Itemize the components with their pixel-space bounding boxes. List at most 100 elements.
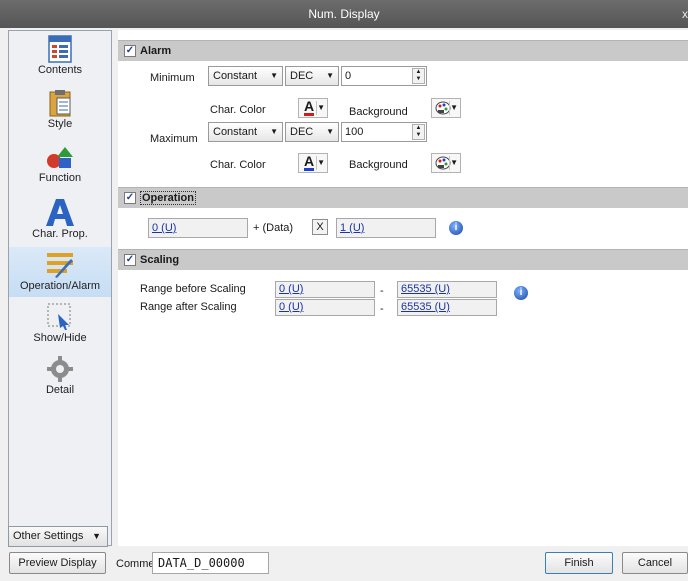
close-icon[interactable]: x [674, 0, 688, 28]
comment-label: Comme [116, 558, 155, 570]
maximum-char-color-button[interactable]: A ▼ [298, 153, 328, 173]
minimum-value: 0 [345, 70, 352, 82]
scaling-checkbox[interactable]: ✓ [124, 254, 136, 266]
sidebar: Contents Style Function Char. Prop. Oper… [8, 30, 112, 546]
maximum-source-select[interactable]: Constant ▼ [208, 122, 283, 142]
range-before-label: Range before Scaling [140, 283, 246, 295]
operation-offset-field[interactable]: 0 (U) [148, 218, 248, 238]
show-hide-icon [47, 303, 71, 330]
spin-buttons[interactable]: ▲ ▼ [412, 68, 425, 84]
minimum-char-color-label: Char. Color [210, 104, 266, 116]
spin-buttons[interactable]: ▲ ▼ [412, 124, 425, 140]
font-color-icon: A [304, 153, 315, 171]
comment-input[interactable]: DATA_D_00000 [152, 552, 269, 574]
info-icon[interactable]: i [449, 221, 463, 235]
chevron-down-icon: ▼ [270, 127, 278, 136]
minimum-char-color-button[interactable]: A ▼ [298, 98, 328, 118]
scaling-section-header: ✓ Scaling [118, 249, 688, 270]
char-prop-icon [46, 199, 74, 226]
range-before-max-value: 65535 (U) [401, 283, 450, 295]
maximum-char-color-label: Char. Color [210, 159, 266, 171]
range-after-min-field[interactable]: 0 (U) [275, 299, 375, 316]
range-before-max-field[interactable]: 65535 (U) [397, 281, 497, 298]
sidebar-item-show-hide[interactable]: Show/Hide [9, 301, 111, 351]
chevron-down-icon: ▼ [326, 127, 334, 136]
chevron-down-icon: ▼ [317, 103, 325, 112]
range-after-max-value: 65535 (U) [401, 301, 450, 313]
sidebar-item-detail[interactable]: Detail [9, 355, 111, 405]
range-before-min-field[interactable]: 0 (U) [275, 281, 375, 298]
operation-offset-value: 0 (U) [152, 222, 177, 234]
operation-header-label: Operation [140, 191, 196, 205]
maximum-background-button[interactable]: ▼ [431, 153, 461, 173]
chevron-down-icon: ▼ [317, 158, 325, 167]
alarm-checkbox[interactable]: ✓ [124, 45, 136, 57]
minimum-value-input[interactable]: 0 ▲ ▼ [341, 66, 427, 86]
other-settings-dropdown[interactable]: Other Settings ▼ [8, 526, 108, 547]
function-icon [47, 147, 73, 168]
range-after-label: Range after Scaling [140, 301, 237, 313]
range-dash: - [380, 303, 384, 315]
chevron-down-icon: ▼ [450, 103, 458, 112]
other-settings-label: Other Settings [13, 530, 84, 542]
title-bar: Num. Display x [0, 0, 688, 28]
detail-icon [47, 356, 73, 382]
minimum-background-label: Background [349, 106, 408, 118]
minimum-format-value: DEC [290, 70, 314, 82]
style-icon [49, 90, 71, 117]
maximum-format-value: DEC [290, 126, 314, 138]
minimum-source-value: Constant [213, 70, 258, 82]
preview-display-button[interactable]: Preview Display [9, 552, 106, 574]
window-title: Num. Display [308, 7, 380, 21]
sidebar-item-style[interactable]: Style [9, 89, 111, 141]
sidebar-item-label: Detail [45, 384, 75, 396]
maximum-background-label: Background [349, 159, 408, 171]
sidebar-item-label: Style [47, 118, 73, 130]
operation-factor-value: 1 (U) [340, 222, 365, 234]
num-display-dialog: Num. Display x Contents Style Function C… [0, 0, 688, 581]
cancel-button[interactable]: Cancel [622, 552, 688, 574]
chevron-down-icon: ▼ [270, 71, 278, 80]
scaling-header-label: Scaling [140, 254, 180, 266]
bottom-bar: Preview Display Comme DATA_D_00000 Finis… [0, 548, 688, 581]
maximum-label: Maximum [150, 133, 198, 145]
alarm-header-label: Alarm [140, 45, 172, 57]
contents-icon [48, 35, 72, 63]
maximum-source-value: Constant [213, 126, 258, 138]
operation-section-header: ✓ Operation [118, 187, 688, 208]
maximum-format-select[interactable]: DEC ▼ [285, 122, 339, 142]
sidebar-item-label: Function [38, 172, 82, 184]
minimum-label: Minimum [150, 72, 195, 84]
minimum-format-select[interactable]: DEC ▼ [285, 66, 339, 86]
maximum-value-input[interactable]: 100 ▲ ▼ [341, 122, 427, 142]
range-before-min-value: 0 (U) [279, 283, 304, 295]
plus-data-label: + (Data) [253, 222, 294, 234]
sidebar-item-label: Show/Hide [33, 332, 87, 344]
range-after-max-field[interactable]: 65535 (U) [397, 299, 497, 316]
main-panel: ✓ Alarm Minimum Constant ▼ DEC ▼ 0 ▲ ▼ Ch… [118, 30, 688, 546]
finish-label: Finish [564, 557, 594, 569]
cancel-label: Cancel [637, 557, 673, 569]
sidebar-item-contents[interactable]: Contents [9, 35, 111, 87]
preview-display-label: Preview Display [18, 557, 97, 569]
font-color-icon: A [304, 98, 315, 116]
operation-factor-field[interactable]: 1 (U) [336, 218, 436, 238]
multiply-button[interactable]: X [312, 219, 328, 235]
chevron-down-icon: ▼ [92, 531, 101, 541]
info-icon[interactable]: i [514, 286, 528, 300]
operation-alarm-icon [47, 253, 73, 278]
sidebar-item-label: Char. Prop. [32, 228, 88, 240]
chevron-down-icon: ▼ [326, 71, 334, 80]
minimum-background-button[interactable]: ▼ [431, 98, 461, 118]
finish-button[interactable]: Finish [545, 552, 613, 574]
comment-value: DATA_D_00000 [158, 556, 245, 570]
range-after-min-value: 0 (U) [279, 301, 304, 313]
sidebar-item-label: Operation/Alarm [19, 280, 101, 292]
sidebar-item-char-prop[interactable]: Char. Prop. [9, 197, 111, 247]
operation-checkbox[interactable]: ✓ [124, 192, 136, 204]
sidebar-item-function[interactable]: Function [9, 143, 111, 195]
maximum-value: 100 [345, 126, 364, 138]
sidebar-item-label: Contents [37, 64, 83, 76]
minimum-source-select[interactable]: Constant ▼ [208, 66, 283, 86]
sidebar-item-operation-alarm[interactable]: Operation/Alarm [9, 247, 111, 297]
